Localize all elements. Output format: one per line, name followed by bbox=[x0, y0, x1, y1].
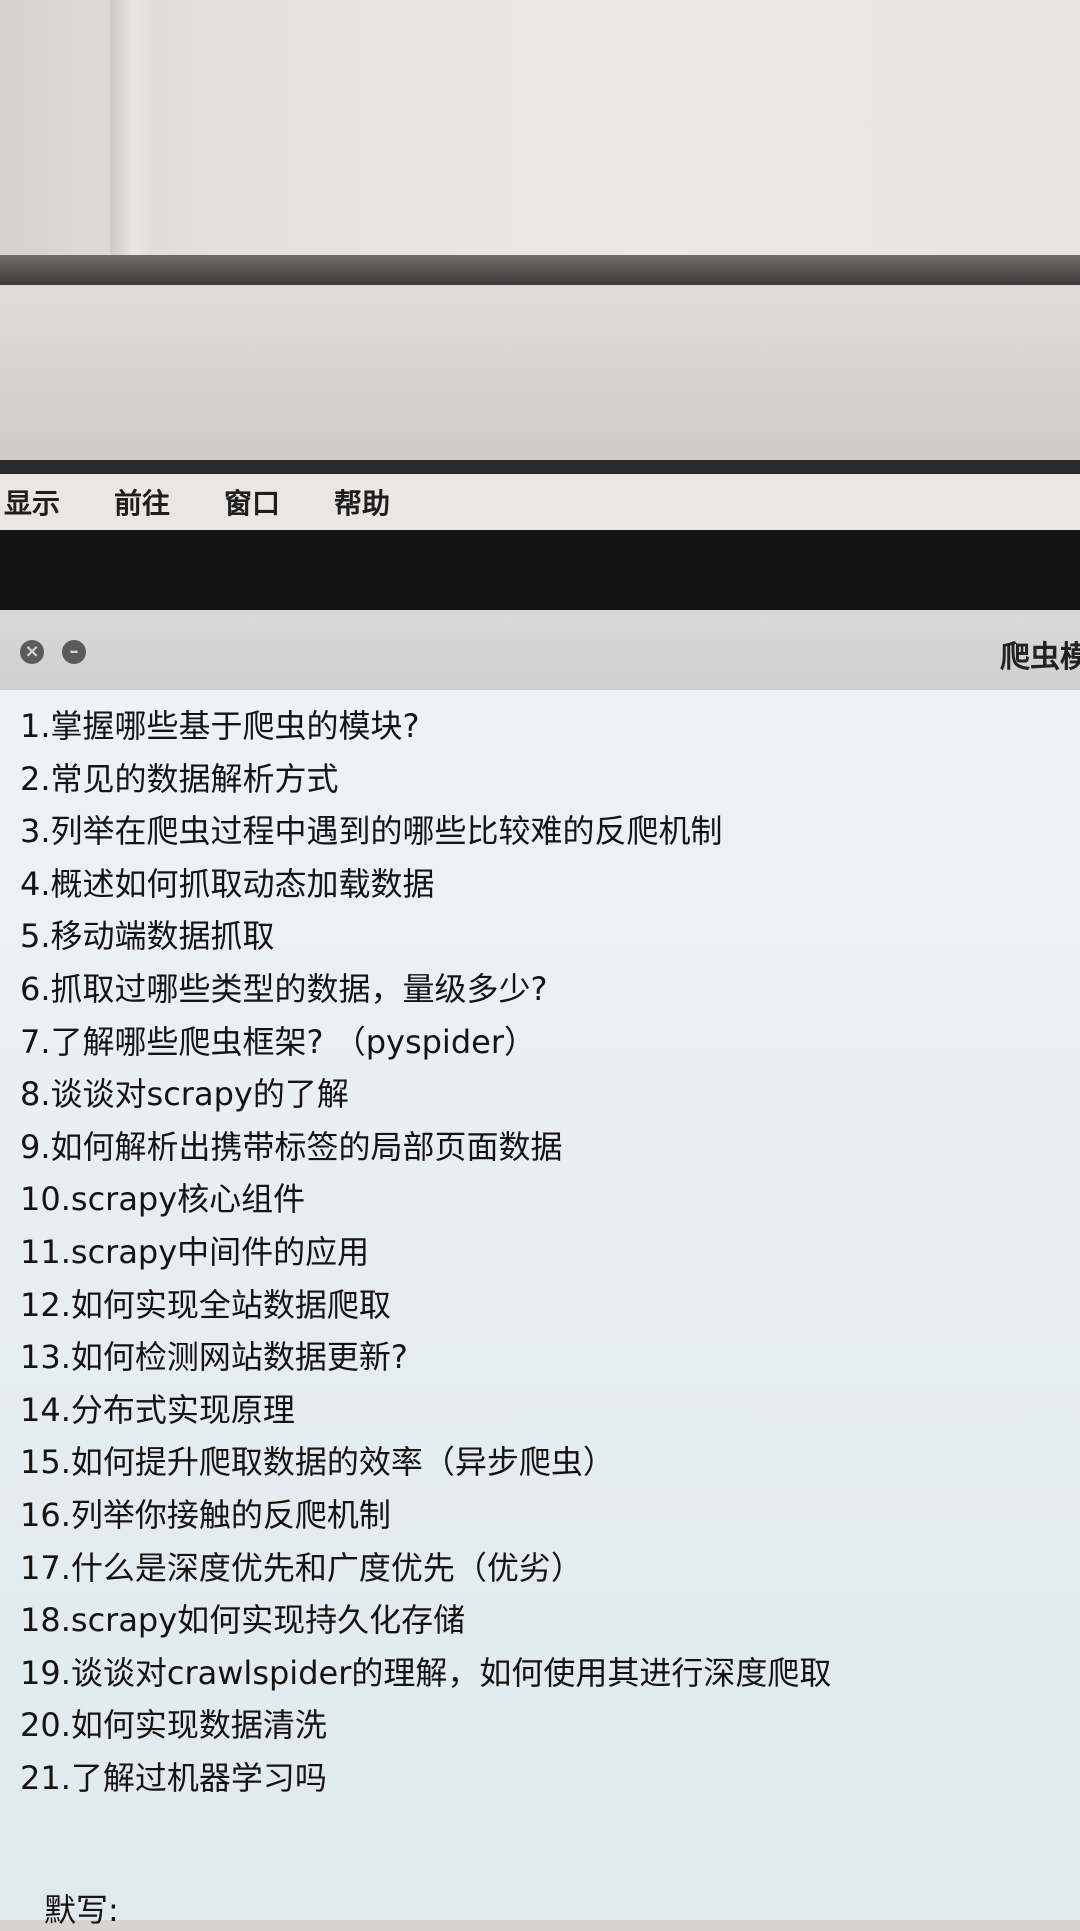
menu-go[interactable]: 前往 bbox=[114, 482, 170, 522]
close-icon[interactable]: × bbox=[20, 640, 44, 664]
question-item: 8.谈谈对scrapy的了解 bbox=[20, 1075, 349, 1114]
question-item: 10.scrapy核心组件 bbox=[20, 1180, 306, 1219]
question-item: 4.概述如何抓取动态加载数据 bbox=[20, 864, 435, 903]
document-content[interactable]: 1.掌握哪些基于爬虫的模块? 2.常见的数据解析方式 3.列举在爬虫过程中遇到的… bbox=[0, 690, 1080, 1929]
menu-bar: 显示 前往 窗口 帮助 bbox=[0, 474, 1080, 530]
menu-help[interactable]: 帮助 bbox=[334, 482, 390, 522]
wall-corner bbox=[110, 0, 150, 270]
question-item: 5.移动端数据抓取 bbox=[20, 917, 275, 956]
question-item: 12.如何实现全站数据爬取 bbox=[20, 1285, 391, 1324]
question-item: 17.什么是深度优先和广度优先（优劣） bbox=[20, 1548, 583, 1587]
question-item: 7.了解哪些爬虫框架? （pyspider） bbox=[20, 1022, 536, 1061]
desktop-area bbox=[0, 530, 1080, 610]
dictation-label: 默写: bbox=[44, 1891, 119, 1929]
menu-window[interactable]: 窗口 bbox=[224, 482, 280, 522]
question-item: 2.常见的数据解析方式 bbox=[20, 759, 339, 798]
window-titlebar[interactable]: × – 爬虫模 bbox=[0, 610, 1080, 690]
question-item: 13.如何检测网站数据更新? bbox=[20, 1338, 408, 1377]
question-item: 16.列举你接触的反爬机制 bbox=[20, 1495, 391, 1534]
question-item: 1.掌握哪些基于爬虫的模块? bbox=[20, 707, 420, 745]
question-item: 6.抓取过哪些类型的数据，量级多少? bbox=[20, 969, 548, 1008]
monitor-top-edge bbox=[0, 255, 1080, 285]
question-item: 11.scrapy中间件的应用 bbox=[20, 1232, 370, 1271]
question-item: 15.如何提升爬取数据的效率（异步爬虫） bbox=[20, 1443, 615, 1482]
question-item: 9.如何解析出携带标签的局部页面数据 bbox=[20, 1127, 563, 1166]
question-item: 21.了解过机器学习吗 bbox=[20, 1758, 327, 1797]
menu-view[interactable]: 显示 bbox=[4, 482, 60, 522]
minimize-icon[interactable]: – bbox=[62, 640, 86, 664]
question-item: 14.分布式实现原理 bbox=[20, 1390, 295, 1429]
monitor-bezel bbox=[0, 285, 1080, 679]
question-item: 20.如何实现数据清洗 bbox=[20, 1706, 327, 1745]
question-item: 3.列举在爬虫过程中遇到的哪些比较难的反爬机制 bbox=[20, 812, 723, 851]
app-window: × – 爬虫模 1.掌握哪些基于爬虫的模块? 2.常见的数据解析方式 3.列举在… bbox=[0, 610, 1080, 1929]
question-item: 19.谈谈对crawlspider的理解，如何使用其进行深度爬取 bbox=[20, 1653, 832, 1692]
screen-frame bbox=[0, 460, 1080, 474]
question-item: 18.scrapy如何实现持久化存储 bbox=[20, 1601, 466, 1640]
window-title: 爬虫模 bbox=[1000, 640, 1080, 675]
question-list: 1.掌握哪些基于爬虫的模块? 2.常见的数据解析方式 3.列举在爬虫过程中遇到的… bbox=[20, 700, 1070, 1804]
